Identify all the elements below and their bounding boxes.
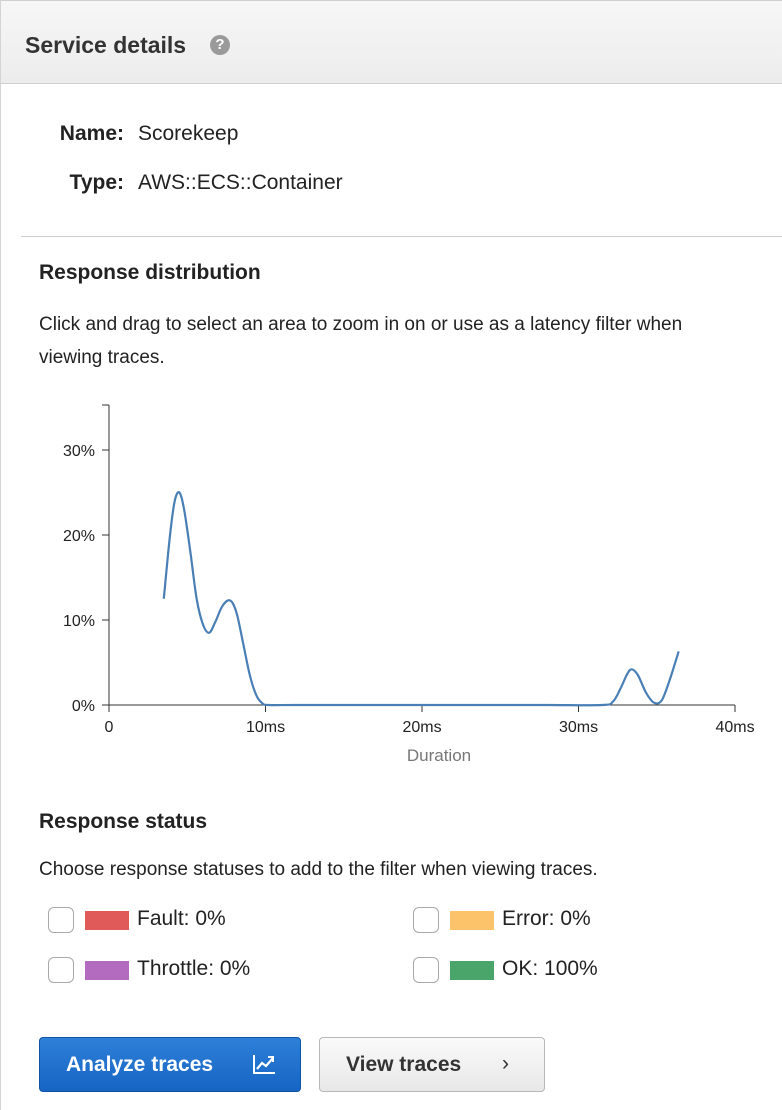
analyze-traces-button[interactable]: Analyze traces xyxy=(39,1037,301,1092)
y-tick-label: 0% xyxy=(72,698,95,715)
x-axis-label: Duration xyxy=(407,746,471,765)
panel-header: Service details ? xyxy=(1,0,782,84)
distribution-description-line2: viewing traces. xyxy=(39,347,165,368)
throttle-checkbox[interactable] xyxy=(48,957,74,983)
analyze-traces-label: Analyze traces xyxy=(66,1053,214,1076)
fault-swatch xyxy=(85,911,129,930)
name-value: Scorekeep xyxy=(138,122,239,145)
x-tick-label: 10ms xyxy=(246,719,285,736)
view-traces-button[interactable]: View traces › xyxy=(319,1037,545,1092)
throttle-label: Throttle: 0% xyxy=(137,957,251,980)
service-details-panel: Service details ? Name: Scorekeep Type: … xyxy=(0,0,782,1110)
y-tick-label: 20% xyxy=(63,528,95,545)
chevron-right-icon: › xyxy=(502,1052,509,1075)
panel-title: Service details xyxy=(25,32,187,58)
y-tick-label: 30% xyxy=(63,443,95,460)
fault-label: Fault: 0% xyxy=(137,907,226,930)
y-tick-label: 10% xyxy=(63,613,95,630)
x-tick-label: 40ms xyxy=(715,719,754,736)
ok-swatch xyxy=(450,961,494,980)
ok-checkbox[interactable] xyxy=(413,957,439,983)
throttle-swatch xyxy=(85,961,129,980)
error-checkbox[interactable] xyxy=(413,907,439,933)
error-label: Error: 0% xyxy=(502,907,591,930)
x-tick-label: 20ms xyxy=(402,719,441,736)
distribution-title: Response distribution xyxy=(39,261,261,284)
status-title: Response status xyxy=(39,810,208,833)
ok-label: OK: 100% xyxy=(502,957,598,980)
type-row: Type: AWS::ECS::Container xyxy=(1,171,782,197)
response-distribution-line xyxy=(162,491,680,707)
line-chart-icon xyxy=(251,1052,277,1082)
x-tick-label: 0 xyxy=(105,719,114,736)
type-value: AWS::ECS::Container xyxy=(138,171,343,194)
section-divider xyxy=(21,236,782,237)
name-label: Name: xyxy=(59,122,124,145)
name-row: Name: Scorekeep xyxy=(1,122,782,148)
help-icon[interactable]: ? xyxy=(210,35,230,55)
type-label: Type: xyxy=(69,171,124,194)
distribution-description-line1: Click and drag to select an area to zoom… xyxy=(39,314,683,335)
status-description: Choose response statuses to add to the f… xyxy=(39,859,598,880)
error-swatch xyxy=(450,911,494,930)
response-distribution-chart[interactable]: 0% 10% 20% 30% 0 10ms 20ms 30ms 40ms Duration xyxy=(1,380,782,780)
view-traces-label: View traces xyxy=(346,1053,462,1076)
x-tick-label: 30ms xyxy=(559,719,598,736)
distribution-description: Click and drag to select an area to zoom… xyxy=(39,308,682,374)
fault-checkbox[interactable] xyxy=(48,907,74,933)
